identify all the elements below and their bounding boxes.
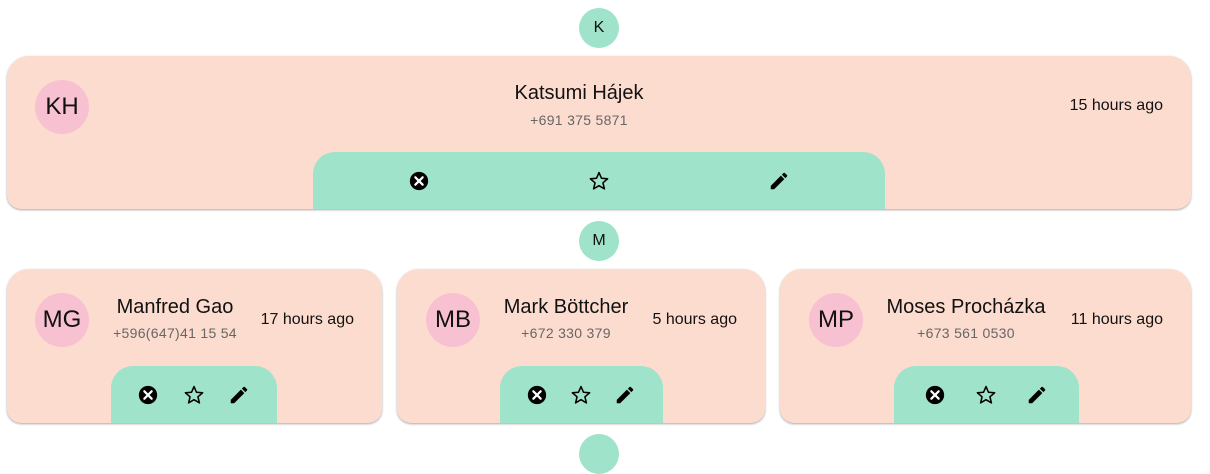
favorite-button[interactable] xyxy=(179,380,209,410)
section-letter-k: K xyxy=(579,8,619,48)
delete-button[interactable] xyxy=(133,380,163,410)
action-bar xyxy=(313,152,885,209)
avatar: MB xyxy=(426,293,480,347)
contact-time: 17 hours ago xyxy=(260,311,354,328)
favorite-button[interactable] xyxy=(584,166,614,196)
section-letter-label: M xyxy=(592,232,606,249)
contact-card[interactable]: MP Moses Procházka +673 561 0530 11 hour… xyxy=(780,269,1191,423)
contact-time: 5 hours ago xyxy=(652,311,737,328)
contact-card[interactable]: MG Manfred Gao +596(647)41 15 54 17 hour… xyxy=(7,269,382,423)
contact-phone: +672 330 379 xyxy=(521,325,611,341)
contact-name: Moses Procházka xyxy=(886,296,1046,318)
star-outline-icon xyxy=(589,171,609,190)
avatar-initials: MP xyxy=(818,306,854,333)
avatar-initials: MG xyxy=(42,306,82,333)
pencil-icon xyxy=(616,386,634,404)
avatar: MG xyxy=(35,293,89,347)
edit-button[interactable] xyxy=(1022,380,1052,410)
contact-name: Katsumi Hájek xyxy=(514,82,644,104)
contact-phone: +673 561 0530 xyxy=(917,325,1015,341)
delete-button[interactable] xyxy=(920,380,950,410)
contact-time: 15 hours ago xyxy=(1069,97,1163,114)
delete-button[interactable] xyxy=(404,166,434,196)
edit-button[interactable] xyxy=(764,166,794,196)
avatar-initials: MB xyxy=(435,306,471,333)
action-bar xyxy=(111,366,277,423)
contact-name: Mark Böttcher xyxy=(503,296,629,318)
contact-name: Manfred Gao xyxy=(116,296,234,318)
cancel-icon xyxy=(925,385,945,405)
delete-button[interactable] xyxy=(522,380,552,410)
contact-card[interactable]: KH Katsumi Hájek +691 375 5871 15 hours … xyxy=(7,56,1191,209)
action-bar xyxy=(894,366,1079,423)
cancel-icon xyxy=(138,385,158,405)
section-letter-m: M xyxy=(579,221,619,261)
section-letter-next xyxy=(579,434,619,474)
pencil-icon xyxy=(770,172,788,190)
favorite-button[interactable] xyxy=(566,380,596,410)
pencil-icon xyxy=(1028,386,1046,404)
avatar: MP xyxy=(809,293,863,347)
edit-button[interactable] xyxy=(224,380,254,410)
star-outline-icon xyxy=(184,385,204,404)
pencil-icon xyxy=(230,386,248,404)
contact-card[interactable]: MB Mark Böttcher +672 330 379 5 hours ag… xyxy=(397,269,765,423)
contact-phone: +691 375 5871 xyxy=(530,112,628,128)
contact-time: 11 hours ago xyxy=(1070,311,1163,328)
star-outline-icon xyxy=(976,385,996,404)
contact-phone: +596(647)41 15 54 xyxy=(113,325,237,341)
star-outline-icon xyxy=(571,385,591,404)
cancel-icon xyxy=(409,171,429,191)
cancel-icon xyxy=(527,385,547,405)
edit-button[interactable] xyxy=(610,380,640,410)
section-letter-label: K xyxy=(593,19,605,36)
action-bar xyxy=(500,366,663,423)
favorite-button[interactable] xyxy=(971,380,1001,410)
